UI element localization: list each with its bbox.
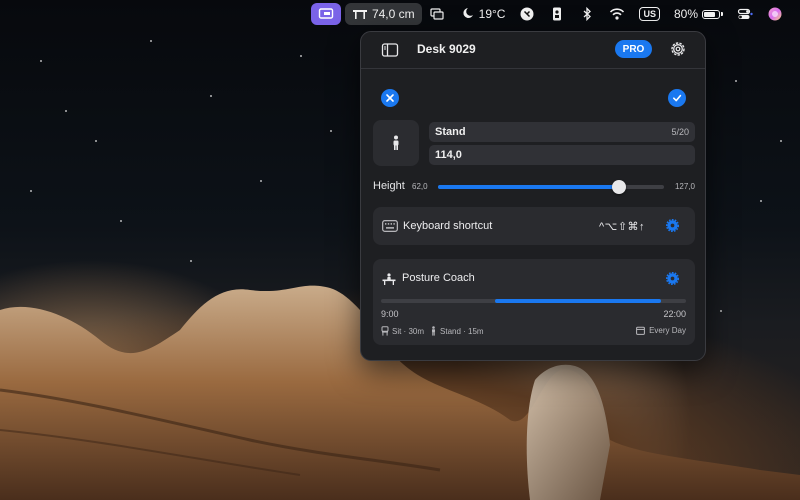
preset-height-value: 114,0 xyxy=(435,149,462,161)
schedule-range-fill xyxy=(495,299,661,303)
desk-app-icon xyxy=(318,8,334,19)
posture-coach-card: Posture Coach 9:00 22:00 Sit · 30m Stand… xyxy=(373,259,695,345)
cancel-button[interactable] xyxy=(381,89,399,107)
schedule-start-time: 9:00 xyxy=(381,309,399,319)
desk-app-menu-button[interactable] xyxy=(310,3,341,25)
schedule-range-track[interactable] xyxy=(381,299,686,303)
panel-header: Desk 9029 PRO xyxy=(361,32,705,69)
preset-name-counter: 5/20 xyxy=(671,127,689,137)
height-max-label: 127,0 xyxy=(674,182,695,191)
height-slider[interactable] xyxy=(438,180,664,194)
weather-temperature: 19°C xyxy=(478,7,506,21)
shortcut-settings-gear-icon[interactable] xyxy=(666,219,679,232)
id-card-icon xyxy=(553,7,562,21)
confirm-button[interactable] xyxy=(668,89,686,107)
desk-height-value: 74,0 cm xyxy=(371,7,415,21)
app-badge-icon xyxy=(520,7,534,21)
pro-badge[interactable]: PRO xyxy=(615,40,652,58)
preset-name-field[interactable]: Stand 5/20 xyxy=(429,122,695,142)
desk-height-icon xyxy=(352,10,367,19)
desk-with-person-icon xyxy=(382,273,396,285)
posture-coach-label: Posture Coach xyxy=(402,272,475,284)
device-name: Desk 9029 xyxy=(417,42,476,56)
coach-interval-info: Sit · 30m Stand · 15m xyxy=(381,326,484,336)
posture-coach-settings-gear-icon[interactable] xyxy=(666,272,679,285)
id-card-button[interactable] xyxy=(542,3,572,25)
keyboard-icon xyxy=(382,220,398,232)
height-slider-row: Height 62,0 127,0 xyxy=(373,179,695,195)
moon-cloud-icon xyxy=(463,8,473,18)
preset-height-field[interactable]: 114,0 xyxy=(429,145,695,165)
desk-height-status[interactable]: 74,0 cm xyxy=(344,3,422,25)
app-badge-button[interactable] xyxy=(512,3,542,25)
battery-status[interactable]: 80% xyxy=(667,3,730,25)
weather-status[interactable]: 19°C xyxy=(452,3,513,25)
menu-bar: 74,0 cm 19°C US 80% xyxy=(0,0,800,28)
keyboard-shortcut-card: Keyboard shortcut ^⌥⇧⌘↑ xyxy=(373,207,695,245)
height-slider-thumb[interactable] xyxy=(611,180,626,194)
desk-control-panel: Desk 9029 PRO Stand 5/20 114,0 Height 62… xyxy=(360,31,706,361)
height-min-label: 62,0 xyxy=(412,182,428,191)
coach-days-info[interactable]: Every Day xyxy=(636,326,686,335)
keyboard-shortcut-keys[interactable]: ^⌥⇧⌘↑ xyxy=(599,220,645,233)
battery-percent: 80% xyxy=(673,7,698,21)
height-slider-fill xyxy=(438,185,619,189)
stand-interval: Stand · 15m xyxy=(440,326,484,336)
siri-button[interactable] xyxy=(760,3,790,25)
control-center-button[interactable] xyxy=(730,3,760,25)
wifi-button[interactable] xyxy=(602,3,632,25)
display-mirror-button[interactable] xyxy=(422,3,452,25)
close-icon xyxy=(386,94,394,102)
sidebar-toggle-icon[interactable] xyxy=(381,41,399,59)
sit-interval: Sit · 30m xyxy=(392,326,425,336)
calendar-icon xyxy=(636,326,645,335)
settings-gear-icon[interactable] xyxy=(669,40,687,58)
control-center-icon xyxy=(737,8,753,19)
keyboard-layout-label: US xyxy=(639,7,660,21)
battery-charging-icon xyxy=(702,9,723,19)
siri-icon xyxy=(768,7,782,21)
keyboard-layout-button[interactable]: US xyxy=(632,3,667,25)
wifi-icon xyxy=(610,8,625,20)
height-label: Height xyxy=(373,180,405,192)
chair-icon xyxy=(381,326,389,336)
preset-icon-picker[interactable] xyxy=(373,120,419,166)
coach-days-label: Every Day xyxy=(649,326,686,335)
preset-name-value: Stand xyxy=(435,126,466,138)
standing-person-small-icon xyxy=(432,326,436,336)
bluetooth-icon xyxy=(584,6,592,22)
display-mirror-icon xyxy=(430,8,444,20)
bluetooth-button[interactable] xyxy=(572,3,602,25)
schedule-end-time: 22:00 xyxy=(663,309,686,319)
keyboard-shortcut-label: Keyboard shortcut xyxy=(403,220,493,232)
checkmark-icon xyxy=(673,94,682,102)
standing-person-icon xyxy=(393,135,399,150)
